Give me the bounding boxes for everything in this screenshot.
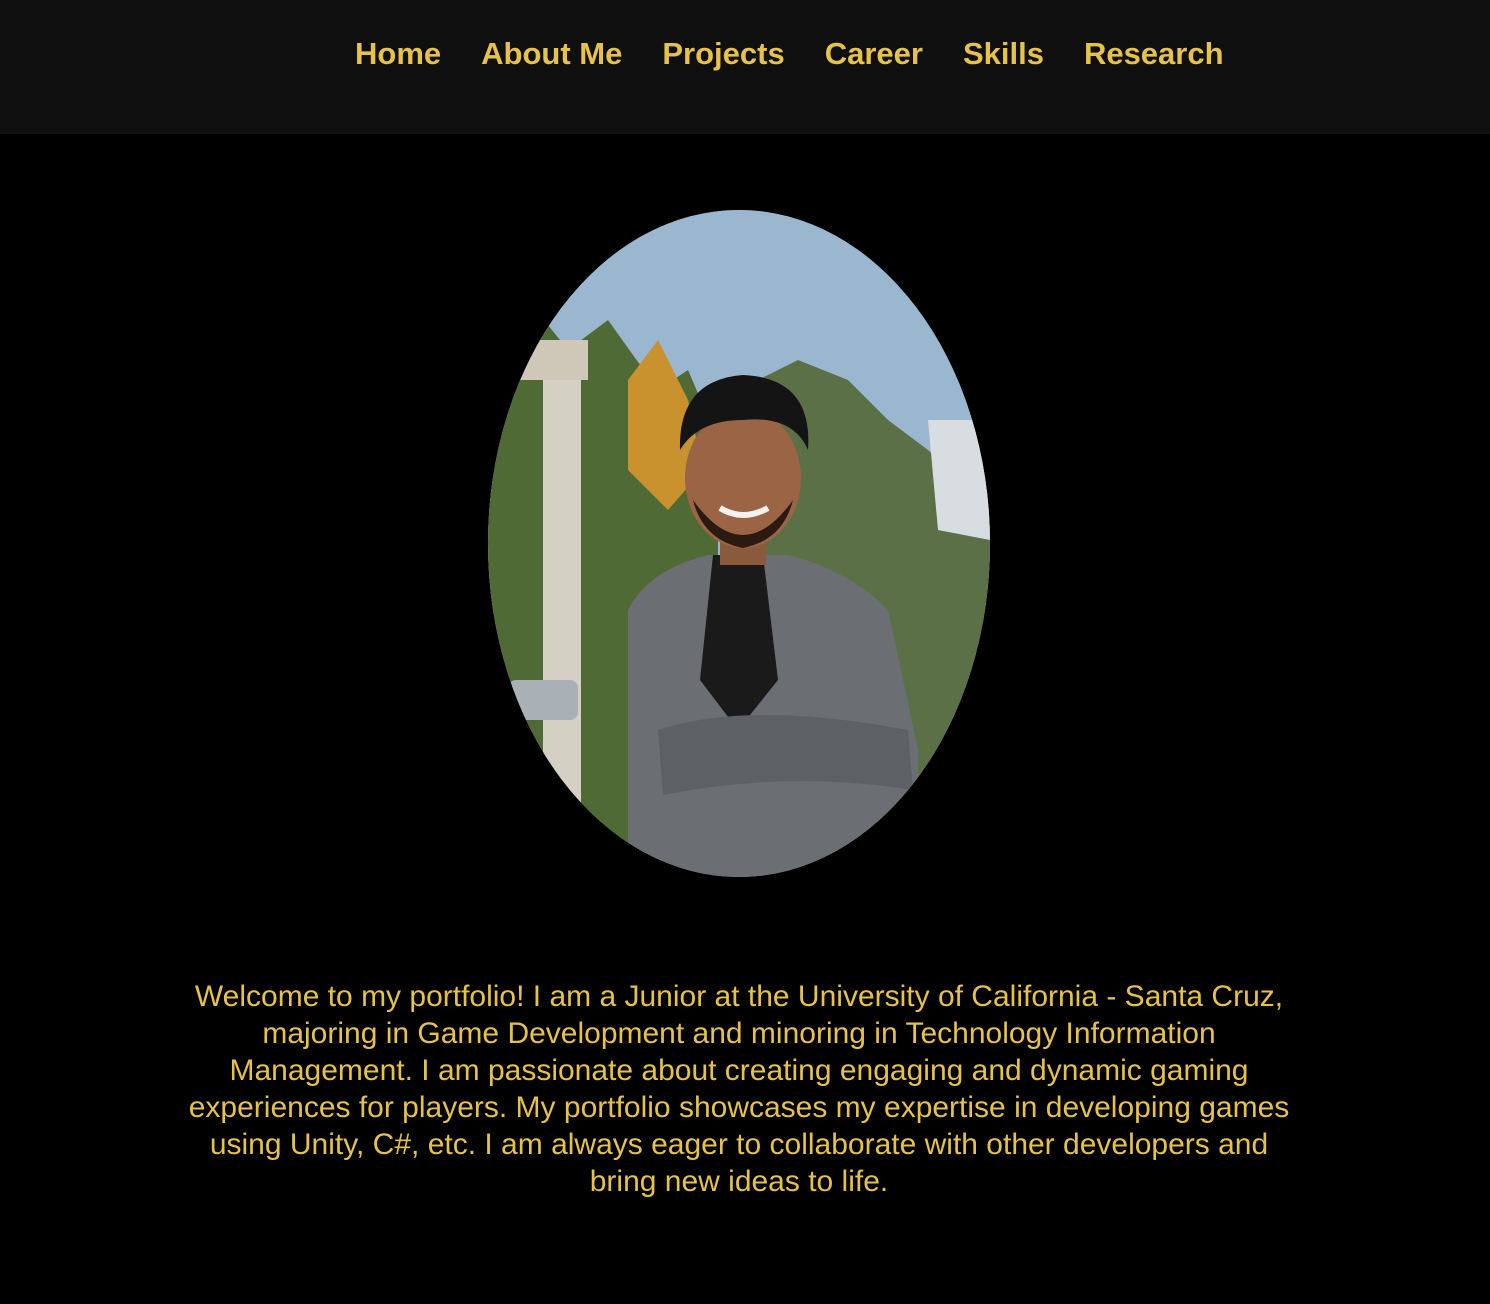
porch-beam: [488, 340, 588, 380]
nav-menu: Home About Me Projects Career Skills Res…: [335, 33, 1244, 75]
nav-item-projects: Projects: [642, 33, 804, 75]
face: [685, 408, 801, 548]
nav-link-about-me[interactable]: About Me: [461, 33, 642, 75]
nav-item-about-me: About Me: [461, 33, 642, 75]
nav-link-projects[interactable]: Projects: [642, 33, 804, 75]
nav-link-home[interactable]: Home: [335, 33, 461, 75]
building-right: [928, 420, 990, 540]
profile-photo-illustration: [488, 210, 990, 877]
nav-link-research[interactable]: Research: [1064, 33, 1244, 75]
nav-link-skills[interactable]: Skills: [943, 33, 1064, 75]
nav-link-career[interactable]: Career: [805, 33, 943, 75]
intro-paragraph: Welcome to my portfolio! I am a Junior a…: [188, 980, 1290, 1198]
top-navbar: Home About Me Projects Career Skills Res…: [0, 0, 1490, 134]
nav-item-home: Home: [335, 33, 461, 75]
parked-car: [508, 680, 578, 720]
profile-photo: [488, 210, 990, 877]
nav-item-skills: Skills: [943, 33, 1064, 75]
nav-item-career: Career: [805, 33, 943, 75]
nav-item-research: Research: [1064, 33, 1244, 75]
porch-post: [543, 340, 581, 877]
